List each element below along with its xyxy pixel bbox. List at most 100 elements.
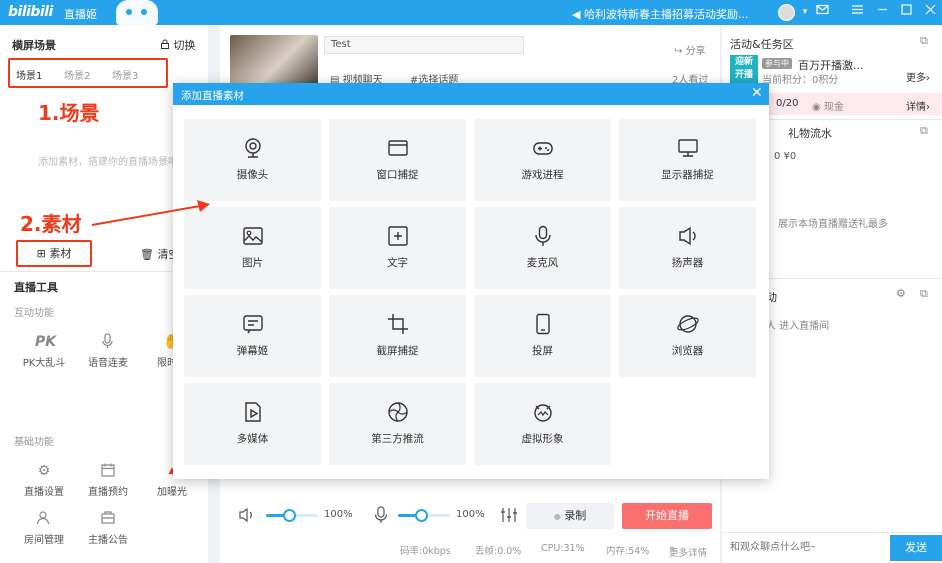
task-progress-bar: 0/20 ◉ 现金 详情› xyxy=(762,93,942,115)
material-multimedia[interactable]: 多媒体 xyxy=(184,383,321,465)
share-button[interactable]: ↪ 分享 xyxy=(674,42,706,57)
material-image[interactable]: 图片 xyxy=(184,207,321,289)
maximize-icon[interactable] xyxy=(897,3,915,21)
chevron-down-icon[interactable]: ▾ xyxy=(796,3,814,21)
popout-icon[interactable]: ⧉ xyxy=(920,124,928,138)
add-material-button[interactable]: ⊞ 素材 xyxy=(16,240,92,267)
send-button[interactable]: 发送 xyxy=(890,535,942,561)
mixer-icon[interactable] xyxy=(500,507,518,526)
event-points: 当前积分：0积分 xyxy=(762,75,839,86)
notice-icon xyxy=(99,510,117,528)
tool-voice-link[interactable]: 语音连麦 xyxy=(78,333,138,369)
tool-live-settings[interactable]: ⚙ 直播设置 xyxy=(14,462,74,498)
switch-scene-button[interactable]: 切换 xyxy=(160,37,196,53)
speaker-volume-handle[interactable] xyxy=(283,509,297,522)
mic-volume-handle[interactable] xyxy=(415,509,429,522)
tool-pk[interactable]: PK PK大乱斗 xyxy=(14,333,74,369)
material-virtual-avatar[interactable]: 虚拟形象 xyxy=(474,383,611,465)
tool-room-admin[interactable]: 房间管理 xyxy=(14,510,74,546)
annotation-scene: 1.场景 xyxy=(38,101,100,125)
calendar-icon xyxy=(99,462,117,480)
crop-icon xyxy=(387,313,409,335)
material-game-process[interactable]: 游戏进程 xyxy=(474,119,611,201)
task-detail-link[interactable]: 详情› xyxy=(906,98,930,113)
gear-icon[interactable]: ⚙ xyxy=(896,287,906,300)
gift-hint: 展示本场直播赠送礼最多 xyxy=(778,219,888,230)
start-live-button[interactable]: 开始直播 xyxy=(622,503,712,529)
material-monitor-capture[interactable]: 显示器捕捉 xyxy=(619,119,756,201)
danmaku-icon xyxy=(242,313,264,335)
dialog-header: 添加直播素材 ✕ xyxy=(173,83,769,105)
popout-icon[interactable]: ⧉ xyxy=(920,287,928,301)
record-button[interactable]: ● 录制 xyxy=(526,503,614,529)
stream-title-input[interactable]: Test xyxy=(324,36,524,54)
more-details-link[interactable]: 更多详情» xyxy=(669,543,707,559)
title-bar: bilibili 直播姬 ◀ 哈利波特新春主播招募活动奖励... ▾ xyxy=(0,0,942,25)
more-events-link[interactable]: 更多› xyxy=(906,69,930,84)
material-label: 虚拟形象 xyxy=(521,433,564,445)
material-speaker[interactable]: 扬声器 xyxy=(619,207,756,289)
speaker-volume-slider[interactable] xyxy=(266,509,318,522)
cast-phone-icon xyxy=(532,313,554,335)
app-name: 直播姬 xyxy=(64,8,97,21)
stream-cover[interactable] xyxy=(230,35,318,89)
material-window-capture[interactable]: 窗口捕捉 xyxy=(329,119,466,201)
material-camera[interactable]: 摄像头 xyxy=(184,119,321,201)
tab-scene-1[interactable]: 场景1 xyxy=(16,67,42,82)
menu-icon[interactable] xyxy=(848,3,866,21)
window-capture-icon xyxy=(387,137,409,159)
material-microphone[interactable]: 麦克风 xyxy=(474,207,611,289)
tool-label: 语音连麦 xyxy=(88,358,128,369)
microphone-icon[interactable] xyxy=(374,506,388,527)
switch-label: 切换 xyxy=(173,39,196,52)
record-label: 录制 xyxy=(564,509,587,522)
voice-link-icon xyxy=(99,333,117,351)
bilibili-logo: bilibili xyxy=(8,4,53,20)
material-label: 扬声器 xyxy=(671,257,704,269)
material-third-party-stream[interactable]: 第三方推流 xyxy=(329,383,466,465)
material-text[interactable]: 文字 xyxy=(329,207,466,289)
record-dot-icon: ● xyxy=(553,512,561,521)
event-banner[interactable]: 迎新 开播 xyxy=(730,55,758,83)
material-label: 素材 xyxy=(49,247,72,260)
close-icon[interactable] xyxy=(921,3,939,21)
mic-volume-slider[interactable] xyxy=(398,509,450,522)
material-screenshot-capture[interactable]: 截屏捕捉 xyxy=(329,295,466,377)
tool-notice[interactable]: 主播公告 xyxy=(78,510,138,546)
detail-label: 详情 xyxy=(906,102,926,113)
material-browser[interactable]: 浏览器 xyxy=(619,295,756,377)
tab-scene-3[interactable]: 场景3 xyxy=(112,67,138,82)
task-progress: 0/20 xyxy=(776,98,799,109)
add-material-dialog: 添加直播素材 ✕ 摄像头 窗口捕捉 游戏进程 显示器捕捉 图片 文字 麦克风 扬… xyxy=(173,83,769,479)
material-danmaku[interactable]: 弹幕姬 xyxy=(184,295,321,377)
bitrate-text: 码率:0kbps xyxy=(400,546,451,557)
announcement-text[interactable]: ◀ 哈利波特新春主播招募活动奖励... xyxy=(572,6,748,22)
tab-scene-2[interactable]: 场景2 xyxy=(64,67,90,82)
text-icon xyxy=(387,225,409,247)
gift-stats: 0 ¥0 xyxy=(774,151,797,162)
user-avatar[interactable] xyxy=(778,4,795,21)
room-admin-icon xyxy=(35,510,53,528)
close-icon[interactable]: ✕ xyxy=(751,85,763,101)
mascot-icon xyxy=(116,0,158,25)
material-label: 摄像头 xyxy=(236,169,269,181)
tool-live-reservation[interactable]: 直播预约 xyxy=(78,462,138,498)
mail-icon[interactable] xyxy=(813,3,831,21)
third-party-stream-icon xyxy=(387,401,409,423)
chat-input[interactable] xyxy=(730,537,890,557)
lock-icon xyxy=(161,39,169,49)
minimize-icon[interactable] xyxy=(873,3,891,21)
material-screen-cast[interactable]: 投屏 xyxy=(474,295,611,377)
material-label: 显示器捕捉 xyxy=(661,169,714,181)
tool-label: 加曝光 xyxy=(157,487,187,498)
tool-label: PK大乱斗 xyxy=(22,358,66,369)
speaker-volume-icon[interactable] xyxy=(238,507,256,526)
tool-label: 直播设置 xyxy=(24,487,64,498)
browser-icon xyxy=(677,313,699,335)
frame-loss-text: 丢帧:0.0% xyxy=(475,546,522,557)
image-icon xyxy=(242,225,264,247)
basic-title: 基础功能 xyxy=(14,437,54,448)
popout-icon[interactable]: ⧉ xyxy=(920,34,928,48)
material-label: 多媒体 xyxy=(236,433,269,445)
speaker-volume-value: 100% xyxy=(324,509,353,520)
